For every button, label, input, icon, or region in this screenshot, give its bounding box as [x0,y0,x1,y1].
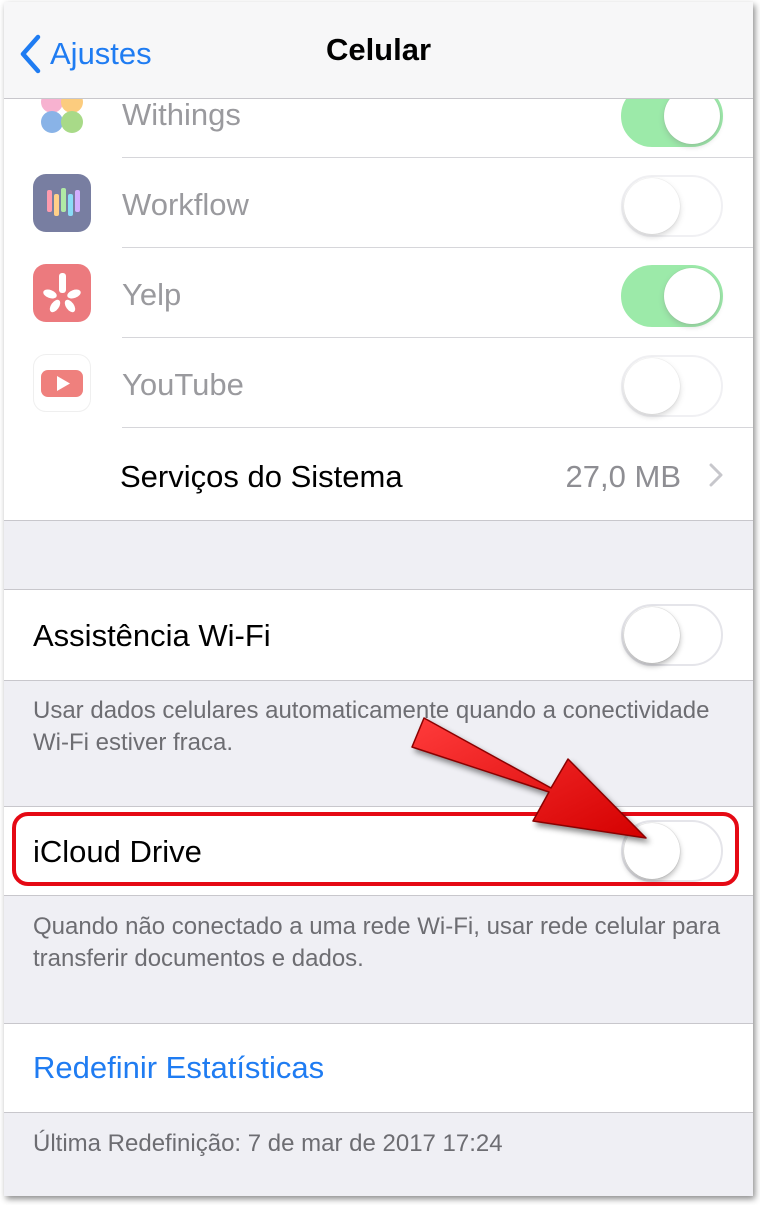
workflow-icon [33,174,91,232]
reset-statistics-button[interactable]: Redefinir Estatísticas [33,1050,324,1086]
chevron-right-icon [709,463,723,492]
app-label-yelp: Yelp [122,277,182,312]
workflow-toggle[interactable] [621,175,723,237]
reset-group: Redefinir Estatísticas [4,1023,753,1113]
system-services-label: Serviços do Sistema [120,459,403,494]
list-item-workflow: Workflow [4,158,753,248]
app-label-workflow: Workflow [122,187,249,222]
system-services-row[interactable]: Serviços do Sistema 27,0 MB [4,430,753,520]
wifi-assist-toggle[interactable] [621,604,723,666]
settings-screen: Ajustes Celular Withings Workflow Yelp Y… [4,2,753,1196]
youtube-toggle[interactable] [621,355,723,417]
navigation-bar: Ajustes Celular [4,2,753,99]
yelp-toggle[interactable] [621,265,723,327]
icloud-drive-footer: Quando não conectado a uma rede Wi-Fi, u… [33,913,721,972]
system-services-value: 27,0 MB [565,459,681,494]
app-label-youtube: YouTube [122,367,244,402]
page-title: Celular [325,32,432,67]
wifi-assist-group: Assistência Wi-Fi [4,589,753,681]
list-item-youtube: YouTube [4,338,753,428]
wifi-assist-label: Assistência Wi-Fi [33,618,271,653]
last-reset-text: Última Redefinição: 7 de mar de 2017 17:… [33,1130,503,1157]
annotation-highlight [12,812,739,886]
wifi-assist-footer: Usar dados celulares automaticamente qua… [33,697,710,756]
list-item-yelp: Yelp [4,248,753,338]
app-label-withings: Withings [122,97,241,132]
apps-list: Withings Workflow Yelp YouTube Serviços … [4,68,753,521]
yelp-icon [33,264,91,322]
youtube-icon [33,354,91,412]
